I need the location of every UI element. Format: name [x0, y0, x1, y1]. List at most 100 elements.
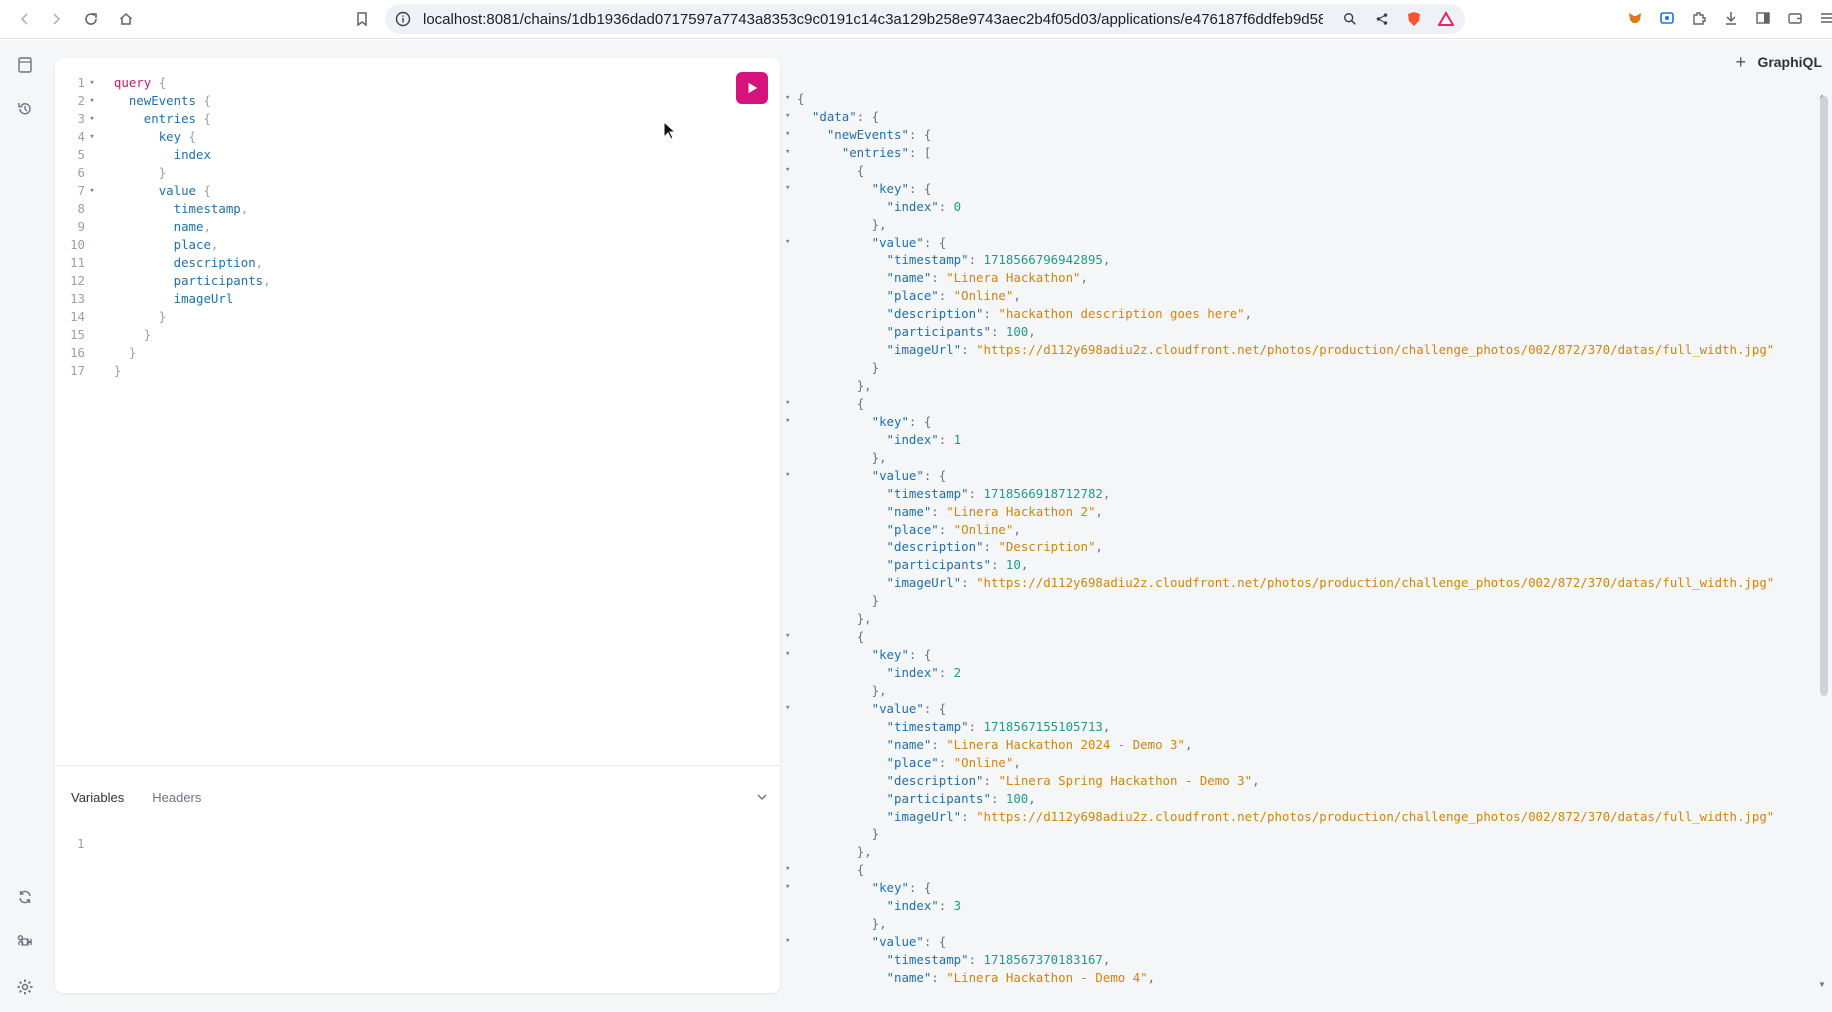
- menu-icon[interactable]: [1817, 8, 1832, 28]
- results-json: ▾{ ▾ "data": { ▾ "newEvents": { ▾ "entries"…: [785, 90, 1815, 987]
- result-line: "index": 1: [886, 431, 962, 447]
- tab-variables[interactable]: Variables: [71, 790, 124, 805]
- add-tab-button[interactable]: +: [1735, 52, 1746, 73]
- home-icon[interactable]: [115, 8, 137, 30]
- result-line: ▾ "entries": [: [785, 144, 932, 160]
- graphiql-app: 1 ▾ query { 2 ▾ newEvents { 3 ▾ entries { 4…: [0, 40, 1832, 1012]
- docs-explorer-icon[interactable]: [13, 53, 37, 77]
- query-line[interactable]: 13 imageUrl: [55, 290, 271, 308]
- query-line[interactable]: 17 }: [55, 362, 271, 380]
- graphiql-sidebar: [0, 40, 50, 1012]
- result-line: },: [871, 682, 887, 698]
- results-viewer[interactable]: ▾{ ▾ "data": { ▾ "newEvents": { ▾ "entries"…: [785, 90, 1815, 990]
- shortcuts-icon[interactable]: [13, 930, 37, 954]
- result-line: "imageUrl": "https://d112y698adiu2z.clou…: [886, 808, 1775, 824]
- query-line[interactable]: 16 }: [55, 344, 271, 362]
- query-editor[interactable]: 1 ▾ query { 2 ▾ newEvents { 3 ▾ entries { 4…: [55, 74, 271, 380]
- result-line: "name": "Linera Hackathon - Demo 4",: [886, 969, 1156, 985]
- query-line[interactable]: 11 description,: [55, 254, 271, 272]
- result-line: "description": "Linera Spring Hackathon …: [886, 772, 1260, 788]
- result-line: "timestamp": 1718567370183167,: [886, 952, 1111, 967]
- result-line: ▾ "key": {: [785, 880, 932, 896]
- result-line: },: [871, 216, 887, 232]
- result-line: "place": "Online",: [886, 521, 1021, 537]
- query-line[interactable]: 12 participants,: [55, 272, 271, 290]
- result-line: ▾ "value": {: [785, 700, 947, 716]
- result-line: "name": "Linera Hackathon 2024 - Demo 3"…: [886, 736, 1193, 752]
- extensions-puzzle-icon[interactable]: [1689, 8, 1709, 28]
- result-line: },: [871, 916, 887, 932]
- result-line: },: [871, 449, 887, 465]
- variables-line-number[interactable]: 1: [77, 836, 84, 851]
- bookmark-icon[interactable]: [351, 8, 373, 30]
- scroll-down-arrow[interactable]: ▼: [1818, 980, 1826, 989]
- history-icon[interactable]: [13, 97, 37, 121]
- wallet-extension-icon[interactable]: [1657, 8, 1677, 28]
- query-line[interactable]: 10 place,: [55, 236, 271, 254]
- settings-gear-icon[interactable]: [13, 975, 37, 999]
- result-line: ▾ {: [785, 862, 865, 878]
- result-line: }: [871, 826, 880, 842]
- result-line: "name": "Linera Hackathon",: [886, 270, 1088, 286]
- result-line: ▾ "value": {: [785, 934, 947, 950]
- editor-divider: [55, 765, 780, 766]
- result-line: ▾ "key": {: [785, 180, 932, 196]
- result-line: ▾ {: [785, 162, 865, 178]
- result-line: "participants": 10,: [886, 557, 1029, 573]
- address-bar[interactable]: localhost:8081/chains/1db1936dad0717597a…: [385, 4, 1465, 34]
- graphiql-logo-title: GraphiQL: [1757, 54, 1822, 70]
- result-line: "participants": 100,: [886, 324, 1036, 340]
- result-line: "description": "hackathon description go…: [886, 306, 1253, 322]
- query-line[interactable]: 7 ▾ value {: [55, 182, 271, 200]
- back-icon[interactable]: [14, 8, 36, 30]
- chevron-down-icon[interactable]: [756, 790, 768, 808]
- site-info-icon[interactable]: [395, 11, 411, 27]
- result-line: }: [871, 593, 880, 609]
- query-line[interactable]: 2 ▾ newEvents {: [55, 92, 271, 110]
- query-line[interactable]: 14 }: [55, 308, 271, 326]
- share-icon[interactable]: [1373, 10, 1391, 28]
- brave-rewards-icon[interactable]: [1437, 10, 1455, 28]
- query-line[interactable]: 5 index: [55, 146, 271, 164]
- sidebar-toggle-icon[interactable]: [1753, 8, 1773, 28]
- result-line: "index": 2: [886, 665, 962, 680]
- result-line: ▾ "key": {: [785, 413, 932, 429]
- result-line: "imageUrl": "https://d112y698adiu2z.clou…: [886, 575, 1775, 591]
- result-line: ▾ "key": {: [785, 647, 932, 663]
- result-line: ▾{: [785, 91, 805, 106]
- result-line: "index": 0: [886, 198, 962, 214]
- metamask-extension-icon[interactable]: [1625, 8, 1645, 28]
- url-text[interactable]: localhost:8081/chains/1db1936dad0717597a…: [423, 11, 1323, 28]
- execute-query-button[interactable]: [736, 72, 768, 104]
- zoom-icon[interactable]: [1341, 10, 1359, 28]
- result-line: "place": "Online",: [886, 754, 1021, 770]
- result-line: ▾ "value": {: [785, 234, 947, 250]
- brave-shields-icon[interactable]: [1405, 10, 1423, 28]
- tab-headers[interactable]: Headers: [152, 790, 201, 805]
- results-scrollbar[interactable]: [1820, 96, 1828, 696]
- result-line: ▾ "data": {: [785, 108, 880, 124]
- browser-toolbar: localhost:8081/chains/1db1936dad0717597a…: [0, 0, 1832, 39]
- forward-icon[interactable]: [45, 8, 67, 30]
- query-line[interactable]: 15 }: [55, 326, 271, 344]
- query-line[interactable]: 6 }: [55, 164, 271, 182]
- result-line: ▾ "newEvents": {: [785, 126, 932, 142]
- result-line: }: [871, 360, 880, 376]
- result-line: "description": "Description",: [886, 539, 1103, 555]
- reload-icon[interactable]: [80, 8, 102, 30]
- query-line[interactable]: 1 ▾ query {: [55, 74, 271, 92]
- variables-tabs: Variables Headers: [71, 790, 201, 805]
- query-line[interactable]: 4 ▾ key {: [55, 128, 271, 146]
- result-line: "participants": 100,: [886, 790, 1036, 806]
- query-keyword: query: [113, 75, 152, 90]
- result-line: },: [856, 611, 872, 627]
- result-line: "timestamp": 1718566796942895,: [886, 252, 1111, 268]
- query-line[interactable]: 3 ▾ entries {: [55, 110, 271, 128]
- refetch-schema-icon[interactable]: [13, 885, 37, 909]
- query-line[interactable]: 8 timestamp,: [55, 200, 271, 218]
- downloads-icon[interactable]: [1721, 8, 1741, 28]
- query-line[interactable]: 9 name,: [55, 218, 271, 236]
- wallet-icon[interactable]: [1785, 8, 1805, 28]
- result-line: "name": "Linera Hackathon 2",: [886, 503, 1103, 519]
- result-line: "timestamp": 1718567155105713,: [886, 718, 1111, 734]
